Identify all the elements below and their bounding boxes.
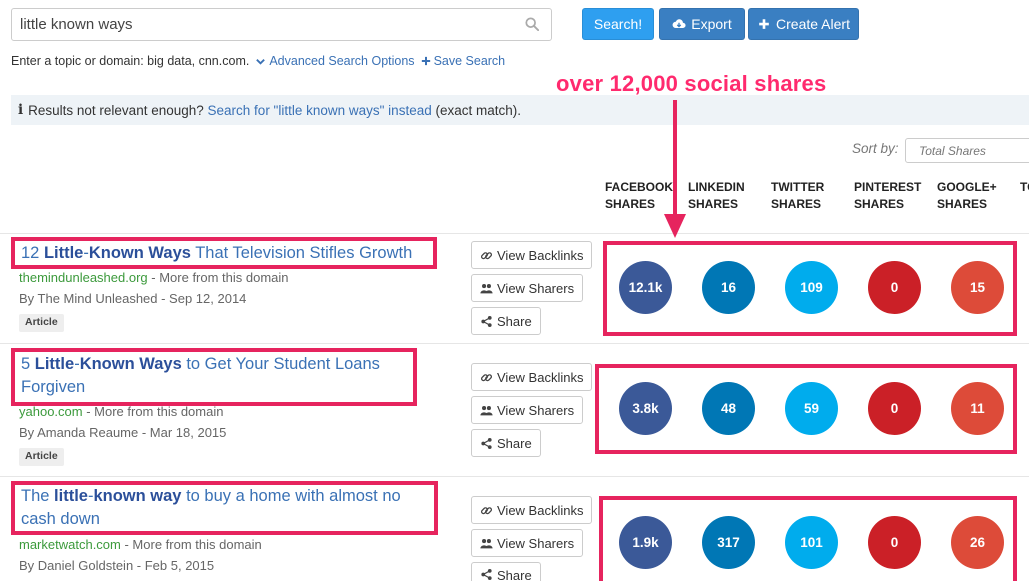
twitter-shares-count: 59: [785, 382, 838, 435]
domain-link[interactable]: themindunleashed.org: [19, 270, 148, 285]
annotation-text: over 12,000 social shares: [556, 71, 827, 96]
plus-icon: [421, 56, 430, 66]
pinterest-shares-count: 0: [868, 261, 921, 314]
view-sharers-label: View Sharers: [497, 280, 575, 296]
title-highlight: 5 Little-Known Ways to Get Your Student …: [11, 348, 417, 406]
cloud-download-icon: [672, 19, 686, 28]
annotation-arrow-icon: [664, 100, 686, 238]
advanced-search-link[interactable]: Advanced Search Options: [255, 54, 415, 68]
view-sharers-label: View Sharers: [497, 535, 575, 551]
export-button-label: Export: [691, 16, 732, 32]
view-backlinks-label: View Backlinks: [497, 369, 584, 385]
create-alert-button[interactable]: Create Alert: [748, 8, 859, 40]
hint-text: Enter a topic or domain: big data, cnn.c…: [11, 54, 250, 68]
content-type-badge: Article: [19, 448, 64, 466]
chevron-down-icon: [256, 58, 266, 65]
share-button[interactable]: Share: [471, 429, 541, 457]
col-header-pinterest[interactable]: PINTEREST SHARES: [854, 179, 921, 213]
sort-by-label: Sort by:: [852, 141, 899, 156]
link-icon: [480, 506, 493, 514]
result-author-date: By Daniel Goldstein - Feb 5, 2015: [19, 558, 215, 573]
result-domain: themindunleashed.org - More from this do…: [19, 270, 289, 285]
exact-match-search-link[interactable]: Search for "little known ways" instead: [208, 103, 432, 118]
title-highlight: The little-known way to buy a home with …: [11, 481, 438, 535]
view-backlinks-label: View Backlinks: [497, 247, 584, 263]
save-search-link[interactable]: Save Search: [421, 54, 506, 68]
link-icon: [480, 251, 493, 259]
search-hint: Enter a topic or domain: big data, cnn.c…: [11, 54, 505, 68]
view-backlinks-button[interactable]: View Backlinks: [471, 241, 593, 269]
linkedin-shares-count: 16: [702, 261, 755, 314]
create-alert-button-label: Create Alert: [776, 16, 850, 32]
linkedin-shares-count: 317: [702, 516, 755, 569]
share-icon: [481, 315, 492, 327]
title-highlight: 12 Little-Known Ways That Television Sti…: [11, 237, 437, 269]
info-icon: i: [18, 102, 24, 118]
googleplus-shares-count: 11: [951, 382, 1004, 435]
domain-link[interactable]: yahoo.com: [19, 404, 83, 419]
users-icon: [480, 405, 493, 415]
share-label: Share: [497, 435, 532, 451]
search-input[interactable]: [12, 9, 512, 40]
link-icon: [480, 373, 493, 381]
more-from-domain-link[interactable]: - More from this domain: [83, 404, 223, 419]
search-box[interactable]: [11, 8, 552, 41]
more-from-domain-link[interactable]: - More from this domain: [148, 270, 288, 285]
domain-link[interactable]: marketwatch.com: [19, 537, 121, 552]
share-label: Share: [497, 313, 532, 329]
twitter-shares-count: 109: [785, 261, 838, 314]
plus-icon: [759, 19, 769, 29]
result-author-date: By Amanda Reaume - Mar 18, 2015: [19, 425, 227, 440]
facebook-shares-count: 1.9k: [619, 516, 672, 569]
view-backlinks-button[interactable]: View Backlinks: [471, 496, 593, 524]
result-title-link[interactable]: The little-known way to buy a home with …: [21, 485, 428, 531]
export-button[interactable]: Export: [659, 8, 745, 40]
notice-prefix: Results not relevant enough?: [28, 102, 204, 118]
view-sharers-button[interactable]: View Sharers: [471, 529, 584, 557]
search-icon[interactable]: [525, 17, 539, 31]
result-domain: yahoo.com - More from this domain: [19, 404, 223, 419]
notice-suffix: (exact match).: [435, 102, 522, 118]
twitter-shares-count: 101: [785, 516, 838, 569]
view-sharers-button[interactable]: View Sharers: [471, 274, 584, 302]
row-divider: [0, 343, 1029, 344]
search-button[interactable]: Search!: [582, 8, 654, 40]
pinterest-shares-count: 0: [868, 516, 921, 569]
facebook-shares-count: 12.1k: [619, 261, 672, 314]
facebook-shares-count: 3.8k: [619, 382, 672, 435]
share-label: Share: [497, 568, 532, 581]
users-icon: [480, 283, 493, 293]
col-header-linkedin[interactable]: LINKEDIN SHARES: [688, 179, 745, 213]
col-header-googleplus[interactable]: GOOGLE+ SHARES: [937, 179, 997, 213]
share-icon: [481, 437, 492, 449]
advanced-search-label: Advanced Search Options: [269, 54, 415, 68]
view-sharers-button[interactable]: View Sharers: [471, 396, 584, 424]
pinterest-shares-count: 0: [868, 382, 921, 435]
googleplus-shares-count: 15: [951, 261, 1004, 314]
row-divider: [0, 476, 1029, 477]
result-title-link[interactable]: 5 Little-Known Ways to Get Your Student …: [21, 353, 407, 399]
more-from-domain-link[interactable]: - More from this domain: [121, 537, 261, 552]
result-author-date: By The Mind Unleashed - Sep 12, 2014: [19, 291, 247, 306]
save-search-label: Save Search: [433, 54, 506, 68]
sort-by-select[interactable]: Total Shares: [905, 138, 1029, 163]
col-header-twitter[interactable]: TWITTER SHARES: [771, 179, 824, 213]
linkedin-shares-count: 48: [702, 382, 755, 435]
googleplus-shares-count: 26: [951, 516, 1004, 569]
share-button[interactable]: Share: [471, 307, 541, 335]
row-divider: [0, 233, 1029, 234]
result-title-link[interactable]: 12 Little-Known Ways That Television Sti…: [21, 242, 427, 265]
view-backlinks-label: View Backlinks: [497, 502, 584, 518]
search-button-label: Search!: [593, 16, 643, 32]
relevance-notice: i Results not relevant enough? Search fo…: [11, 95, 1029, 125]
view-backlinks-button[interactable]: View Backlinks: [471, 363, 593, 391]
col-header-total[interactable]: TO: [1020, 179, 1029, 196]
share-button[interactable]: Share: [471, 562, 541, 581]
content-type-badge: Article: [19, 314, 64, 332]
users-icon: [480, 538, 493, 548]
share-icon: [481, 568, 492, 581]
result-domain: marketwatch.com - More from this domain: [19, 537, 262, 552]
view-sharers-label: View Sharers: [497, 402, 575, 418]
